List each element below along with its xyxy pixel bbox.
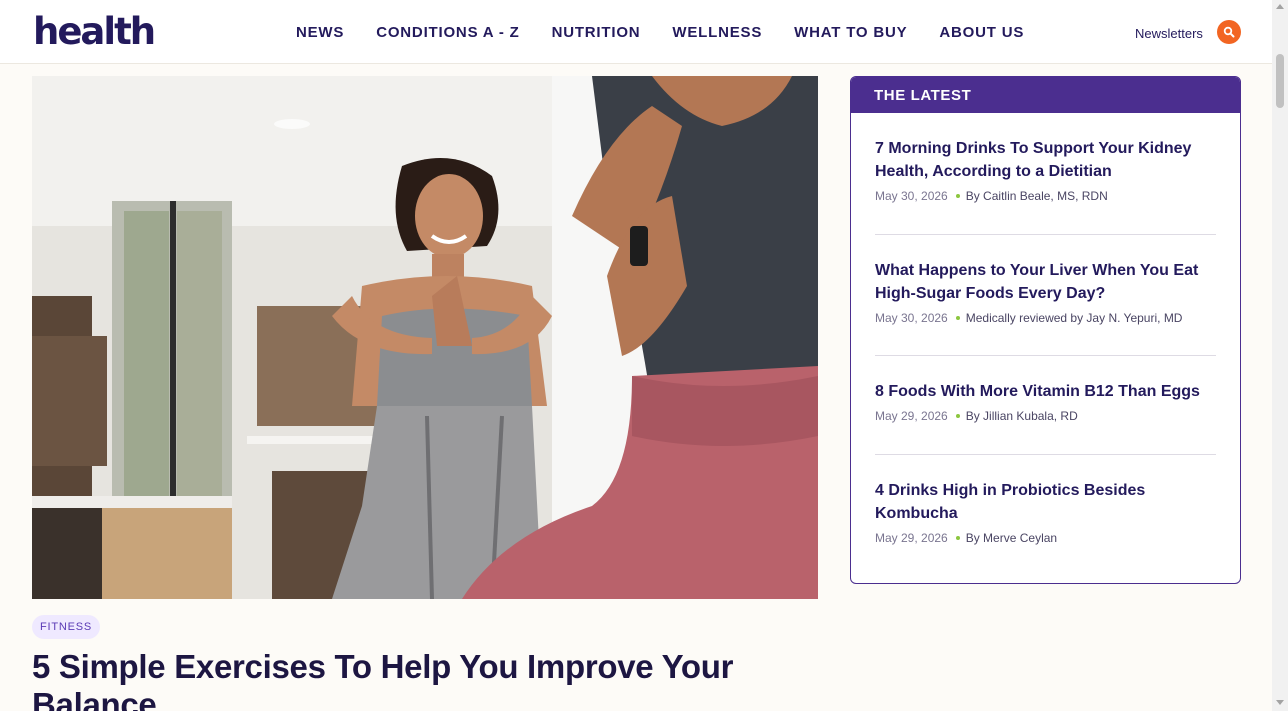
latest-panel: THE LATEST 7 Morning Drinks To Support Y… — [850, 76, 1241, 584]
page-scrollbar[interactable] — [1272, 0, 1288, 711]
story-title[interactable]: What Happens to Your Liver When You Eat … — [875, 259, 1216, 305]
story-meta: May 29, 2026 By Jillian Kubala, RD — [875, 409, 1216, 423]
search-button[interactable] — [1217, 20, 1241, 44]
hero-photo — [32, 76, 818, 599]
story-date: May 30, 2026 — [875, 311, 948, 325]
story-byline: By Merve Ceylan — [965, 531, 1058, 545]
scroll-down-icon[interactable] — [1276, 700, 1284, 705]
site-header: health NEWS CONDITIONS A - Z NUTRITION W… — [0, 0, 1272, 64]
meta-dot — [955, 315, 960, 320]
story-date: May 29, 2026 — [875, 409, 948, 423]
meta-dot — [955, 193, 960, 198]
article-headline[interactable]: 5 Simple Exercises To Help You Improve Y… — [32, 648, 822, 711]
search-icon — [1223, 26, 1235, 38]
story-meta: May 29, 2026 By Merve Ceylan — [875, 531, 1216, 545]
nav-news[interactable]: NEWS — [296, 24, 344, 41]
latest-story[interactable]: 7 Morning Drinks To Support Your Kidney … — [875, 137, 1216, 203]
latest-panel-title: THE LATEST — [851, 77, 1240, 113]
nav-wellness[interactable]: WELLNESS — [672, 24, 762, 41]
story-title[interactable]: 4 Drinks High in Probiotics Besides Komb… — [875, 479, 1216, 525]
nav-nutrition[interactable]: NUTRITION — [552, 24, 641, 41]
story-meta: May 30, 2026 By Caitlin Beale, MS, RDN — [875, 189, 1216, 203]
latest-story[interactable]: 4 Drinks High in Probiotics Besides Komb… — [875, 479, 1216, 545]
site-logo[interactable]: health — [33, 10, 156, 53]
newsletters-link[interactable]: Newsletters — [1135, 26, 1203, 41]
latest-story[interactable]: What Happens to Your Liver When You Eat … — [875, 259, 1216, 325]
hero-image[interactable] — [32, 76, 818, 599]
story-byline: By Caitlin Beale, MS, RDN — [965, 189, 1108, 203]
story-meta: May 30, 2026 Medically reviewed by Jay N.… — [875, 311, 1216, 325]
story-divider — [875, 454, 1216, 455]
scrollbar-thumb[interactable] — [1276, 54, 1284, 108]
story-title[interactable]: 8 Foods With More Vitamin B12 Than Eggs — [875, 380, 1216, 403]
story-divider — [875, 234, 1216, 235]
nav-what-to-buy[interactable]: WHAT TO BUY — [794, 24, 907, 41]
meta-dot — [955, 535, 960, 540]
scroll-up-icon[interactable] — [1276, 4, 1284, 9]
main-nav: NEWS CONDITIONS A - Z NUTRITION WELLNESS… — [280, 0, 1040, 64]
latest-story[interactable]: 8 Foods With More Vitamin B12 Than Eggs … — [875, 380, 1216, 423]
story-divider — [875, 355, 1216, 356]
story-date: May 30, 2026 — [875, 189, 948, 203]
story-byline: By Jillian Kubala, RD — [965, 409, 1078, 423]
story-title[interactable]: 7 Morning Drinks To Support Your Kidney … — [875, 137, 1216, 183]
story-date: May 29, 2026 — [875, 531, 948, 545]
category-tag[interactable]: FITNESS — [32, 615, 101, 639]
meta-dot — [955, 413, 960, 418]
story-byline: Medically reviewed by Jay N. Yepuri, MD — [965, 311, 1183, 325]
nav-about-us[interactable]: ABOUT US — [939, 24, 1024, 41]
nav-conditions[interactable]: CONDITIONS A - Z — [376, 24, 519, 41]
